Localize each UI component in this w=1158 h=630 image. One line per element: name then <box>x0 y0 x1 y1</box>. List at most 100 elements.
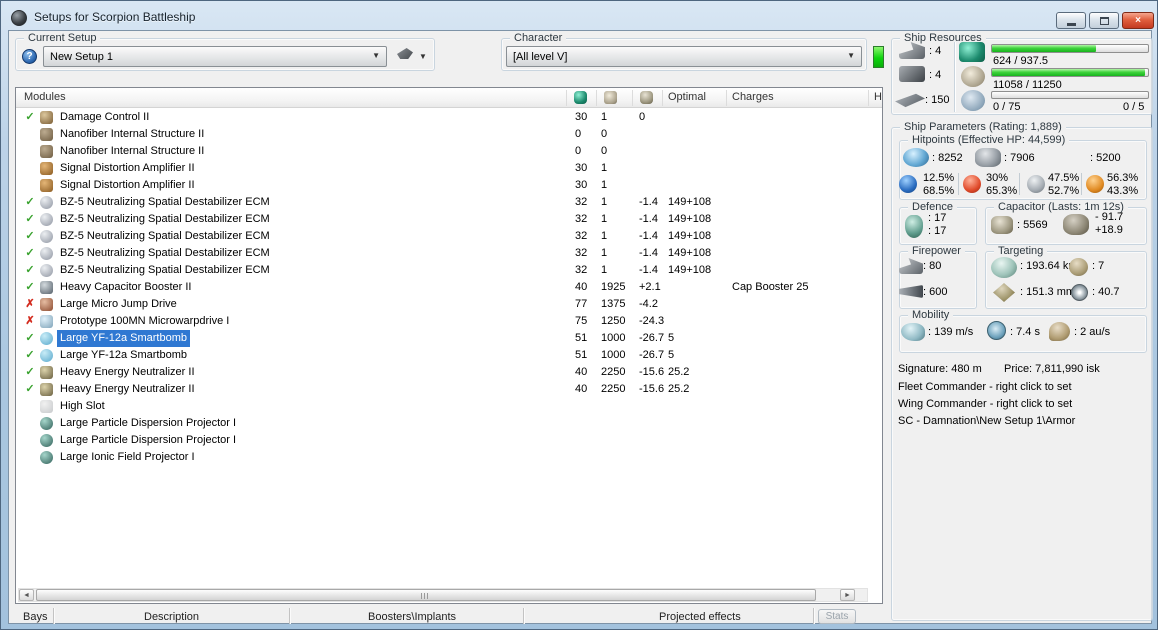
sensor-strength-icon <box>1071 284 1088 301</box>
module-cap-value: -15.6 <box>639 383 665 395</box>
module-icon <box>40 383 53 396</box>
module-cpu-value: 30 <box>575 179 588 191</box>
module-name: Large Particle Dispersion Projector I <box>60 417 237 429</box>
wing-commander-line[interactable]: Wing Commander - right click to set <box>898 398 1072 411</box>
app-icon <box>11 10 27 26</box>
minimize-button[interactable] <box>1056 12 1086 29</box>
module-name: High Slot <box>60 400 105 412</box>
module-name: BZ-5 Neutralizing Spatial Destabilizer E… <box>60 230 270 242</box>
module-row[interactable]: ✓ Damage Control II 30 1 0 <box>16 109 882 126</box>
module-cap-value: -1.4 <box>639 213 658 225</box>
help-icon[interactable]: ? <box>22 49 37 64</box>
tab-boosters-implants[interactable]: Boosters\Implants <box>368 611 456 624</box>
scrollbar-thumb[interactable] <box>36 589 816 601</box>
drone-slots-value: 0 / 5 <box>1123 101 1145 113</box>
optimal-column-header: Optimal <box>668 91 706 103</box>
module-status-icon: ✓ <box>25 196 35 208</box>
module-status-icon: ✓ <box>25 383 35 395</box>
module-cpu-value: 51 <box>575 332 588 344</box>
module-row[interactable]: ✓ BZ-5 Neutralizing Spatial Destabilizer… <box>16 262 882 279</box>
tab-description[interactable]: Description <box>144 611 199 624</box>
signature-value: Signature: 480 m <box>898 363 982 375</box>
scroll-right-button[interactable]: ► <box>840 589 855 601</box>
module-cpu-value: 40 <box>575 366 588 378</box>
warp-speed-value: : 2 au/s <box>1074 326 1111 338</box>
module-row[interactable]: High Slot <box>16 398 882 415</box>
tab-projected-effects[interactable]: Projected effects <box>659 611 741 624</box>
module-row[interactable]: Large Particle Dispersion Projector I <box>16 415 882 432</box>
module-row[interactable]: Nanofiber Internal Structure II 0 0 <box>16 143 882 160</box>
setup-select-value: New Setup 1 <box>50 50 113 63</box>
module-pg-value: 2250 <box>601 366 626 378</box>
horizontal-scrollbar[interactable]: ◄ ► <box>18 588 868 602</box>
drone-bandwidth-bar <box>991 91 1149 99</box>
em-resist-main: 12.5% <box>923 172 955 184</box>
cpu-bar <box>991 44 1149 53</box>
module-name: Large Micro Jump Drive <box>60 298 177 310</box>
module-row[interactable]: ✓ Heavy Energy Neutralizer II 40 2250 -1… <box>16 364 882 381</box>
module-status-icon: ✓ <box>25 111 35 123</box>
module-row[interactable]: ✓ Heavy Capacitor Booster II 40 1925 +2.… <box>16 279 882 296</box>
stats-button[interactable]: Stats <box>818 609 856 624</box>
align-time-icon <box>987 321 1006 340</box>
scrollbar-grip-icon <box>421 593 430 599</box>
module-cap-value: +2.1 <box>639 281 661 293</box>
close-icon: × <box>1135 15 1141 26</box>
module-pg-value: 0 <box>601 128 608 140</box>
cpu-usage-value: 624 / 937.5 <box>993 55 1049 67</box>
module-pg-value: 1 <box>601 162 608 174</box>
module-icon <box>40 451 53 464</box>
tab-bays[interactable]: Bays <box>23 611 47 624</box>
shield-defence-icon <box>905 215 923 238</box>
scroll-right-icon: ► <box>844 591 851 599</box>
hp-column-header: H <box>874 91 882 103</box>
module-pg-value: 1 <box>601 247 608 259</box>
maximize-button[interactable] <box>1089 12 1119 29</box>
powergrid-column-icon <box>604 91 617 104</box>
module-row[interactable]: ✓ Large YF-12a Smartbomb 51 1000 -26.7 5 <box>16 347 882 364</box>
module-row[interactable]: Signal Distortion Amplifier II 30 1 <box>16 160 882 177</box>
module-cap-value: -1.4 <box>639 230 658 242</box>
module-name: Heavy Energy Neutralizer II <box>60 366 195 378</box>
module-row[interactable]: Nanofiber Internal Structure II 0 0 <box>16 126 882 143</box>
module-status-icon: ✓ <box>25 247 35 259</box>
character-select[interactable]: [All level V] ▼ <box>506 46 862 67</box>
module-name: Prototype 100MN Microwarpdrive I <box>60 315 230 327</box>
module-cpu-value: 30 <box>575 111 588 123</box>
module-name: BZ-5 Neutralizing Spatial Destabilizer E… <box>60 247 270 259</box>
close-button[interactable]: × <box>1122 12 1154 29</box>
calibration-value: : 150 <box>925 94 950 106</box>
current-setup-label: Current Setup <box>24 32 101 45</box>
module-row[interactable]: ✗ Prototype 100MN Microwarpdrive I 75 12… <box>16 313 882 330</box>
scroll-left-button[interactable]: ◄ <box>19 589 34 601</box>
module-icon <box>40 281 53 294</box>
module-row[interactable]: Signal Distortion Amplifier II 30 1 <box>16 177 882 194</box>
ship-browser-button[interactable]: ▼ <box>397 48 433 66</box>
module-row[interactable]: ✓ Large YF-12a Smartbomb 51 1000 -26.7 5 <box>16 330 882 347</box>
module-row[interactable]: Large Particle Dispersion Projector I <box>16 432 882 449</box>
module-optimal-value: 149+108 <box>668 213 712 225</box>
module-row[interactable]: Large Ionic Field Projector I <box>16 449 882 466</box>
setup-select[interactable]: New Setup 1 ▼ <box>43 46 387 67</box>
module-row[interactable]: ✓ BZ-5 Neutralizing Spatial Destabilizer… <box>16 245 882 262</box>
module-cpu-value: 0 <box>575 145 582 157</box>
module-status-icon: ✗ <box>25 298 35 310</box>
app-window: Setups for Scorpion Battleship × Current… <box>0 0 1158 630</box>
module-row[interactable]: ✓ BZ-5 Neutralizing Spatial Destabilizer… <box>16 194 882 211</box>
max-velocity-value: : 139 m/s <box>928 326 974 338</box>
fleet-commander-line[interactable]: Fleet Commander - right click to set <box>898 381 1072 394</box>
ship-icon <box>397 48 413 59</box>
module-optimal-value: 25.2 <box>668 366 690 378</box>
module-cap-value: -15.6 <box>639 366 665 378</box>
thermal-resist-icon <box>963 175 981 193</box>
squad-commander-line[interactable]: SC - Damnation\New Setup 1\Armor <box>898 415 1075 428</box>
module-icon <box>40 366 53 379</box>
em-resist-eff: 68.5% <box>923 185 955 197</box>
chevron-down-icon: ▼ <box>372 51 380 60</box>
module-row[interactable]: ✗ Large Micro Jump Drive 77 1375 -4.2 <box>16 296 882 313</box>
module-row[interactable]: ✓ BZ-5 Neutralizing Spatial Destabilizer… <box>16 211 882 228</box>
bottom-tab-bar: Bays Description Boosters\Implants Proje… <box>15 607 883 626</box>
module-row[interactable]: ✓ BZ-5 Neutralizing Spatial Destabilizer… <box>16 228 882 245</box>
price-value: Price: 7,811,990 isk <box>1004 363 1100 375</box>
module-row[interactable]: ✓ Heavy Energy Neutralizer II 40 2250 -1… <box>16 381 882 398</box>
